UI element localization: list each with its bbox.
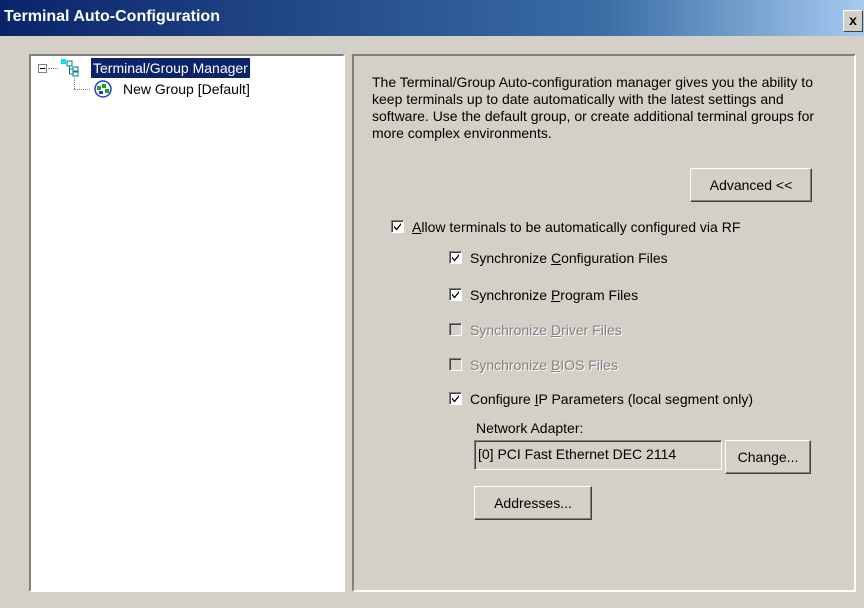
network-adapter-field: [0] PCI Fast Ethernet DEC 2114 <box>474 440 722 470</box>
checkbox-box[interactable] <box>449 392 462 405</box>
settings-panel: The Terminal/Group Auto-configuration ma… <box>352 54 856 592</box>
addresses-button-label: Addresses... <box>494 495 572 511</box>
window-title: Terminal Auto-Configuration <box>4 8 220 25</box>
tree-child-label[interactable]: New Group [Default] <box>123 79 250 99</box>
close-icon: x <box>849 12 857 28</box>
checkbox-box[interactable] <box>449 251 462 264</box>
checkbox-box <box>449 358 462 371</box>
checkbox-box <box>449 323 462 336</box>
advanced-button-label: Advanced << <box>709 177 793 193</box>
change-button[interactable]: Change... <box>725 440 811 474</box>
title-bar: Terminal Auto-Configuration x <box>0 0 864 36</box>
collapse-icon[interactable] <box>38 64 47 73</box>
group-icon <box>92 80 114 98</box>
change-button-label: Change... <box>737 449 799 465</box>
addresses-button[interactable]: Addresses... <box>474 486 592 520</box>
tree-view[interactable]: Terminal/Group Manager New Group [Defaul… <box>29 54 345 592</box>
tree-root-label[interactable]: Terminal/Group Manager <box>91 58 250 78</box>
tree-item-root[interactable]: Terminal/Group Manager <box>31 58 331 78</box>
description-text: The Terminal/Group Auto-configuration ma… <box>372 74 815 141</box>
tree-item-new-group[interactable]: New Group [Default] <box>31 79 331 99</box>
network-adapter-label: Network Adapter: <box>476 420 584 436</box>
close-button[interactable]: x <box>843 10 863 32</box>
checkbox-box[interactable] <box>449 288 462 301</box>
advanced-button[interactable]: Advanced << <box>690 168 812 202</box>
tree-structure-icon <box>61 59 87 77</box>
checkbox-box[interactable] <box>391 220 404 233</box>
